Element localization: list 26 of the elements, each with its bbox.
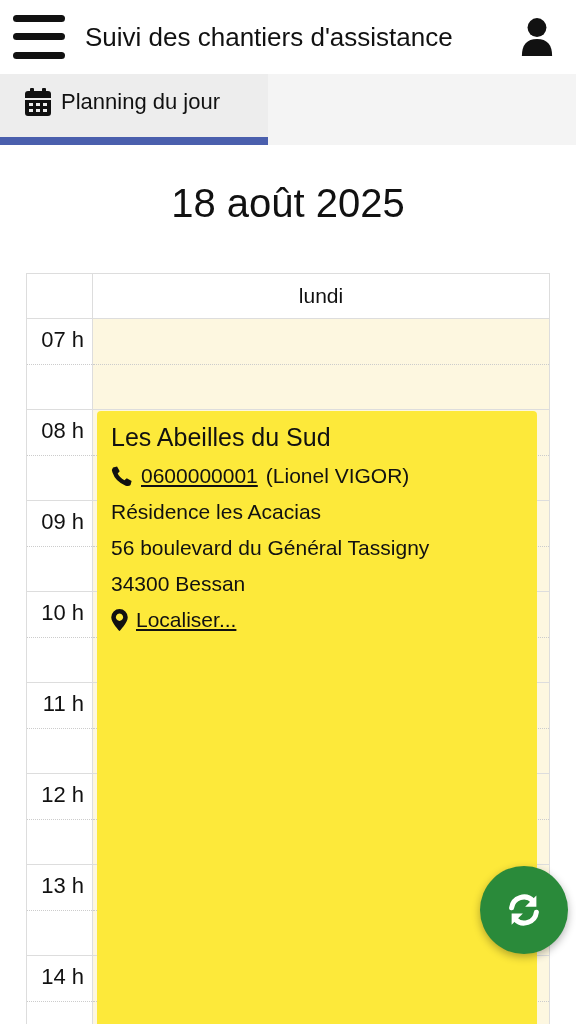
map-pin-icon bbox=[111, 609, 128, 631]
locate-link[interactable]: Localiser... bbox=[136, 608, 237, 632]
refresh-icon bbox=[506, 892, 542, 928]
phone-link[interactable]: 0600000001 bbox=[141, 464, 258, 488]
address-line: 34300 Bessan bbox=[111, 572, 246, 596]
menu-icon[interactable] bbox=[13, 15, 65, 59]
contact-name: (Lionel VIGOR) bbox=[265, 464, 410, 488]
hour-label: 13 h bbox=[40, 872, 84, 899]
hour-label: 07 h bbox=[40, 326, 84, 353]
hour-label: 08 h bbox=[40, 417, 84, 444]
app-title: Suivi des chantiers d'assistance bbox=[85, 21, 454, 53]
calendar-icon bbox=[25, 87, 51, 116]
hour-label: 10 h bbox=[40, 599, 84, 626]
user-icon[interactable] bbox=[520, 18, 554, 56]
event-title: Les Abeilles du Sud bbox=[111, 423, 332, 452]
phone-icon bbox=[111, 465, 133, 487]
date-heading: 18 août 2025 bbox=[170, 180, 406, 227]
planning-tab[interactable]: Planning du jour bbox=[0, 74, 268, 145]
hour-label: 12 h bbox=[40, 781, 84, 808]
event-card[interactable]: Les Abeilles du Sud 0600000001 (Lionel VIGOR) Résidence les Acacias 56 boulevard du Général Tassigny 34300 Bessan Localiser... bbox=[97, 411, 537, 1024]
hour-label: 09 h bbox=[40, 508, 84, 535]
day-header: lundi bbox=[297, 283, 345, 309]
hour-label: 11 h bbox=[41, 690, 84, 717]
address-line: 56 boulevard du Général Tassigny bbox=[111, 536, 430, 560]
address-line: Résidence les Acacias bbox=[111, 500, 322, 524]
hour-label: 14 h bbox=[40, 963, 84, 990]
